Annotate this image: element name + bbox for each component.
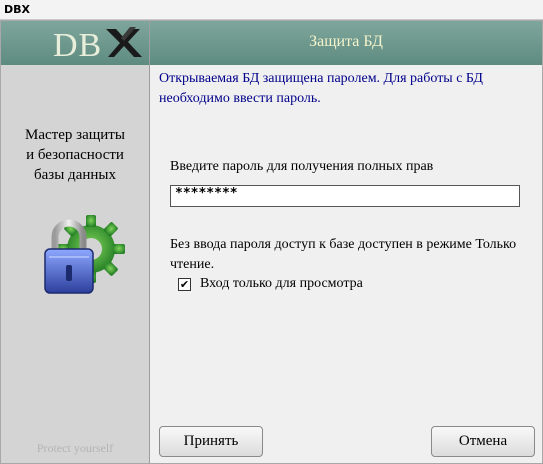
info-text: Открываемая БД защищена паролем. Для раб… bbox=[159, 71, 483, 106]
readonly-info-text: Без ввода пароля доступ к базе доступен … bbox=[170, 237, 517, 272]
wizard-title-line: и безопасности bbox=[26, 147, 124, 163]
wizard-title: Мастер защиты и безопасности базы данных bbox=[1, 125, 149, 185]
password-input[interactable]: ******** bbox=[170, 185, 520, 207]
sidebar-footer: Protect yourself bbox=[36, 441, 114, 455]
wizard-title-line: Мастер защиты bbox=[25, 127, 125, 143]
dialog-heading: Защита БД bbox=[309, 33, 383, 50]
readonly-checkbox[interactable]: ✔ bbox=[178, 278, 191, 291]
header-bar: Защита БД bbox=[150, 21, 542, 65]
sidebar-header: DB bbox=[1, 21, 149, 65]
lock-gear-icon bbox=[44, 215, 125, 294]
readonly-checkbox-label[interactable]: Вход только для просмотра bbox=[200, 276, 363, 292]
sidebar: DB Мастер защиты и безопасности базы дан… bbox=[1, 21, 149, 463]
accept-button[interactable]: Принять bbox=[159, 426, 263, 457]
logo-x-icon bbox=[106, 27, 142, 57]
dialog-window: DBX DB Мастер защиты и безопасности базы… bbox=[0, 0, 543, 464]
content-panel: Открываемая БД защищена паролем. Для раб… bbox=[150, 65, 542, 463]
wizard-title-line: базы данных bbox=[34, 167, 116, 183]
title-bar[interactable]: DBX bbox=[0, 0, 543, 20]
password-label: Введите пароль для получения полных прав bbox=[170, 159, 434, 174]
window-title: DBX bbox=[4, 3, 30, 16]
cancel-button[interactable]: Отмена bbox=[431, 426, 535, 457]
logo-text: DB bbox=[53, 27, 103, 64]
